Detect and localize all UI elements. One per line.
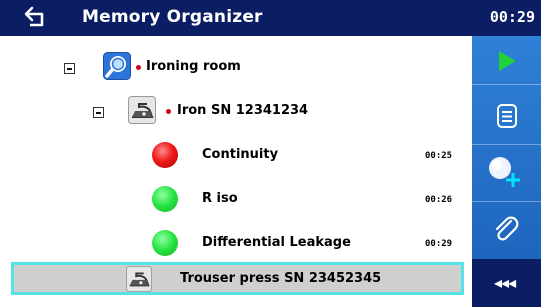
status-dot — [136, 65, 141, 70]
measurement-row[interactable]: Continuity 00:25 — [0, 124, 470, 168]
measurement-row[interactable]: Differential Leakage 00:29 — [0, 212, 470, 256]
sidebar-divider — [472, 201, 541, 202]
sidebar-divider — [472, 144, 541, 145]
measurement-row[interactable]: R iso 00:26 — [0, 168, 470, 212]
view-results-button[interactable] — [472, 93, 541, 139]
memory-tree: Ironing room Iron SN 12341234 Continuity… — [0, 36, 470, 260]
pass-status-icon — [152, 230, 178, 256]
add-measurement-button[interactable] — [472, 148, 541, 194]
measurement-label: Continuity — [202, 147, 279, 162]
back-arrow-icon[interactable] — [22, 5, 48, 29]
measurement-label: R iso — [202, 191, 238, 206]
location-search-icon — [103, 52, 131, 80]
fail-status-icon — [152, 142, 178, 168]
tree-node-appliance[interactable]: Iron SN 12341234 — [0, 80, 470, 124]
measurement-label: Differential Leakage — [202, 235, 351, 250]
measurement-time: 00:25 — [425, 151, 453, 161]
pass-status-icon — [152, 186, 178, 212]
collapse-toggle[interactable] — [93, 107, 104, 118]
add-circle-icon — [489, 157, 520, 187]
collapse-toggle[interactable] — [64, 63, 75, 74]
list-icon — [497, 104, 517, 128]
paperclip-icon — [495, 216, 519, 241]
iron-appliance-icon — [126, 266, 152, 292]
play-icon — [499, 51, 516, 71]
sidebar-divider — [472, 84, 541, 85]
run-button[interactable] — [472, 38, 541, 84]
header-bar: Memory Organizer 00:29 — [0, 0, 541, 36]
attach-button[interactable] — [472, 206, 541, 252]
page-title: Memory Organizer — [82, 7, 263, 27]
iron-appliance-icon — [128, 96, 156, 124]
appliance-label: Iron SN 12341234 — [177, 103, 309, 118]
more-options-label: ◂◂◂ — [494, 273, 516, 292]
selected-node-label: Trouser press SN 23452345 — [180, 271, 382, 286]
action-sidebar: ◂◂◂ — [472, 36, 541, 307]
status-dot — [166, 109, 171, 114]
tree-node-location[interactable]: Ironing room — [0, 36, 470, 80]
selected-tree-node[interactable]: Trouser press SN 23452345 — [11, 262, 464, 295]
location-label: Ironing room — [146, 59, 241, 74]
measurement-time: 00:29 — [425, 239, 453, 249]
clock: 00:29 — [489, 8, 535, 26]
more-options-button[interactable]: ◂◂◂ — [472, 259, 541, 307]
measurement-time: 00:26 — [425, 195, 453, 205]
